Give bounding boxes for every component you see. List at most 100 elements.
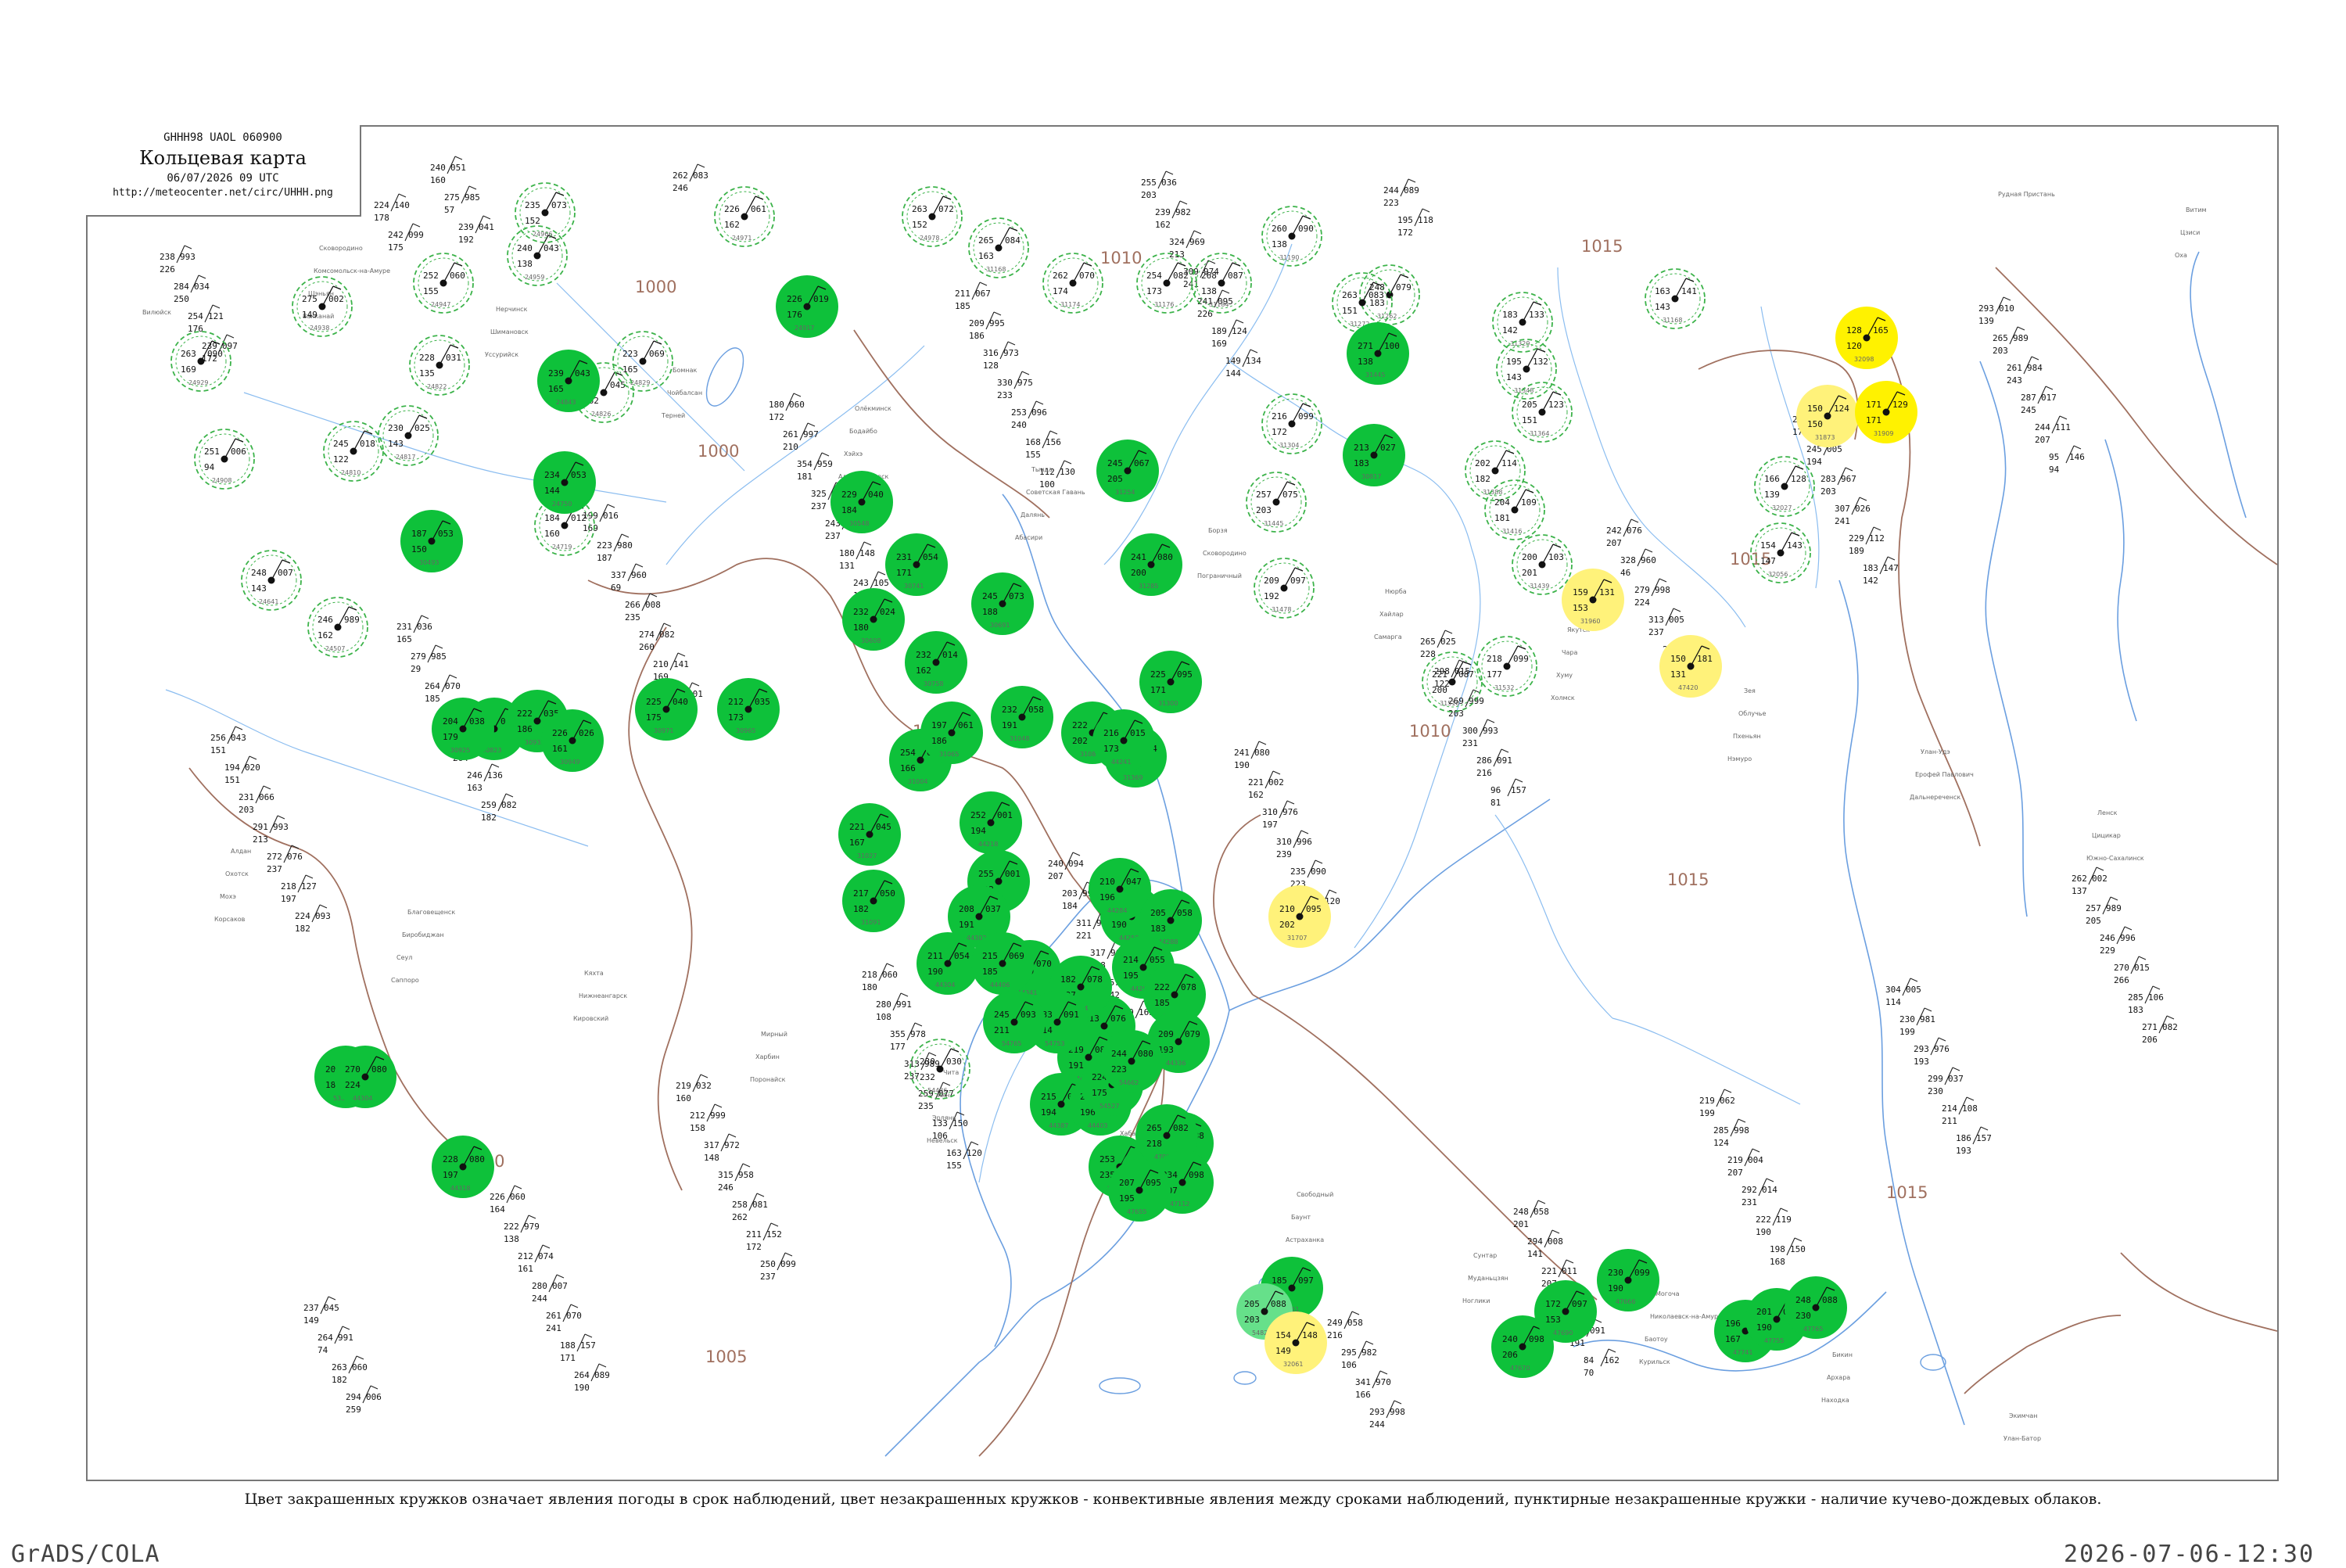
station-plain[interactable]: 291 993 213 [253,815,289,845]
station-dashed[interactable]: 230 025 143 24817 [378,405,439,466]
station-green[interactable]: 172 097 153 47690 [1534,1280,1597,1343]
station-green[interactable]: 270 080 224 44304 [334,1046,396,1108]
station-plain[interactable]: 257 989 205 [2086,896,2122,926]
station-plain[interactable]: 95 146 94 [2049,445,2085,475]
station-green[interactable]: 225 095 171 31300 [1139,651,1202,713]
station-plain[interactable]: 256 043 151 [210,726,246,755]
station-green[interactable]: 239 043 165 24843 [537,350,600,412]
station-plain[interactable]: 246 136 163 [467,763,503,793]
station-plain[interactable]: 261 070 241 [546,1304,582,1333]
station-plain[interactable]: 271 082 206 [2142,1015,2178,1045]
station-plain[interactable]: 310 976 197 [1262,800,1298,830]
station-plain[interactable]: 240 094 207 [1048,852,1084,881]
station-plain[interactable]: 239 982 162 [1155,200,1191,230]
station-plain[interactable]: 194 020 151 [224,755,260,785]
station-dashed[interactable]: 246 989 162 24507 [307,597,368,658]
station-green[interactable]: 230 099 190 47666 [1597,1249,1659,1311]
station-plain[interactable]: 263 060 182 [332,1355,368,1385]
station-plain[interactable]: 280 007 244 [532,1274,568,1304]
station-plain[interactable]: 265 989 203 [1993,326,2029,356]
station-plain[interactable]: 293 010 139 [1978,296,2014,326]
station-dashed[interactable]: 252 060 155 24947 [413,253,474,314]
station-dashed[interactable]: 245 018 122 24810 [323,421,384,482]
station-plain[interactable]: 258 081 262 [732,1193,768,1222]
station-dashed[interactable]: 195 13214331348 [1496,339,1557,400]
station-green[interactable]: 211 054 190 44304 [917,932,979,995]
station-dashed[interactable]: 183 133 142 31329 [1492,292,1553,353]
station-plain[interactable]: 209 995 186 [969,311,1005,341]
station-plain[interactable]: 168 156 155 [1025,430,1061,460]
station-dashed[interactable]: 166 128 139 32027 [1754,456,1815,517]
station-plain[interactable]: 307 026 241 [1835,497,1871,526]
station-plain[interactable]: 293 976 193 [1914,1037,1950,1067]
station-plain[interactable]: 231 066 203 [239,785,274,815]
station-plain[interactable]: 287 017 245 [2021,386,2057,415]
station-plain[interactable]: 84 162 70 [1584,1348,1620,1378]
station-plain[interactable]: 242 076 207 [1606,518,1642,548]
station-plain[interactable]: 299 037 230 [1928,1067,1964,1096]
station-green[interactable]: 234 053 144 24750 [533,451,596,514]
station-dashed[interactable]: 260 090 138 31190 [1261,206,1322,267]
station-green[interactable]: 245 093 211 54765 [983,991,1046,1053]
station-plain[interactable]: 96 157 81 [1490,778,1526,808]
map-frame[interactable]: 1000 1000 1000 1000 1005 1010 1010 1015 … [86,125,2279,1481]
station-plain[interactable]: 293 998 244 [1369,1400,1405,1430]
station-plain[interactable]: 262 083 246 [673,163,708,193]
station-plain[interactable]: 330 975 233 [997,371,1033,400]
map-canvas[interactable]: 1000 1000 1000 1000 1005 1010 1010 1015 … [88,127,2277,1480]
station-plain[interactable]: 259 082 182 [481,793,517,823]
station-plain[interactable]: 304 005 114 [1885,978,1921,1007]
station-green[interactable]: 217 050 182 31091 [842,870,905,932]
station-plain[interactable]: 195 118 172 [1397,208,1433,238]
station-green[interactable]: 271 100 138 31445 [1347,322,1409,385]
station-plain[interactable]: 354 959 181 [797,452,833,482]
station-yellow[interactable]: 128 165 120 32098 [1835,307,1898,369]
station-plain[interactable]: 188 157 171 [560,1333,596,1363]
station-plain[interactable]: 261 997 210 [783,422,819,452]
station-green[interactable]: 252 001 194 44218 [960,791,1022,854]
station-plain[interactable]: 254 121176 [188,304,224,334]
station-green[interactable]: 245 073 188 30691 [971,572,1034,635]
station-plain[interactable]: 253 096 240 [1011,400,1047,430]
station-plain[interactable]: 226 060 164 [490,1185,526,1215]
station-green[interactable]: 232 024 180 30608 [842,588,905,651]
station-plain[interactable]: 262 002 137 [2072,867,2107,896]
station-plain[interactable]: 324 969213 [1169,230,1205,260]
station-plain[interactable]: 163 120 155 [946,1141,982,1171]
station-dashed[interactable]: 209 097 192 31478 [1254,558,1315,619]
station-plain[interactable]: 222 119 190 [1756,1207,1792,1237]
station-plain[interactable]: 186 157 193 [1956,1126,1992,1156]
station-yellow[interactable]: 150 124 150 31873 [1796,385,1859,447]
station-plain[interactable]: 295 982 106 [1341,1340,1377,1370]
station-plain[interactable]: 199 016169 [583,504,619,533]
station-plain[interactable]: 210 141169 [653,652,689,682]
station-green[interactable]: 216 015 173 44241 [1092,709,1155,772]
station-green[interactable]: 229 040 184 30548 [830,471,893,533]
station-green[interactable]: 241 080 200 31285 [1120,533,1182,596]
station-plain[interactable]: 246 996 229 [2100,926,2136,956]
station-plain[interactable]: 261 984 243 [2007,356,2043,386]
station-plain[interactable]: 274 082 260 [639,623,675,652]
station-dashed[interactable]: 235 073 152 24966 [515,182,576,243]
station-dashed[interactable]: 218 099 177 31532 [1476,636,1537,697]
station-green[interactable]: 225 040 175 30971 [635,678,698,741]
station-green[interactable]: 197 061 186 31065 [920,701,983,764]
station-plain[interactable]: 280 991 108 [876,992,912,1022]
station-plain[interactable]: 180 148 131 [839,541,875,571]
station-plain[interactable]: 244 089 223 [1383,178,1419,208]
station-plain[interactable]: 275 985 57 [444,185,480,215]
station-plain[interactable]: 237 045 149 [303,1296,339,1326]
station-dashed[interactable]: 262 070 174 31174 [1042,253,1103,314]
station-plain[interactable]: 230 981 199 [1899,1007,1935,1037]
station-plain[interactable]: 255 036 203 [1141,170,1177,200]
station-plain[interactable]: 183 147 142 [1863,556,1899,586]
station-plain[interactable]: 235 090223 [1290,859,1326,889]
station-plain[interactable]: 264 089 190 [574,1363,610,1393]
station-plain[interactable]: 285 106 183 [2128,985,2164,1015]
station-plain[interactable]: 112 130100 [1039,460,1075,490]
station-yellow[interactable]: 159 131 153 31960 [1562,569,1624,631]
station-plain[interactable]: 219 032 160 [676,1074,712,1103]
station-plain[interactable]: 264 991 74 [317,1326,353,1355]
station-yellow[interactable]: 150 181 131 47420 [1659,635,1722,698]
station-plain[interactable]: 266 008 235 [625,593,661,623]
